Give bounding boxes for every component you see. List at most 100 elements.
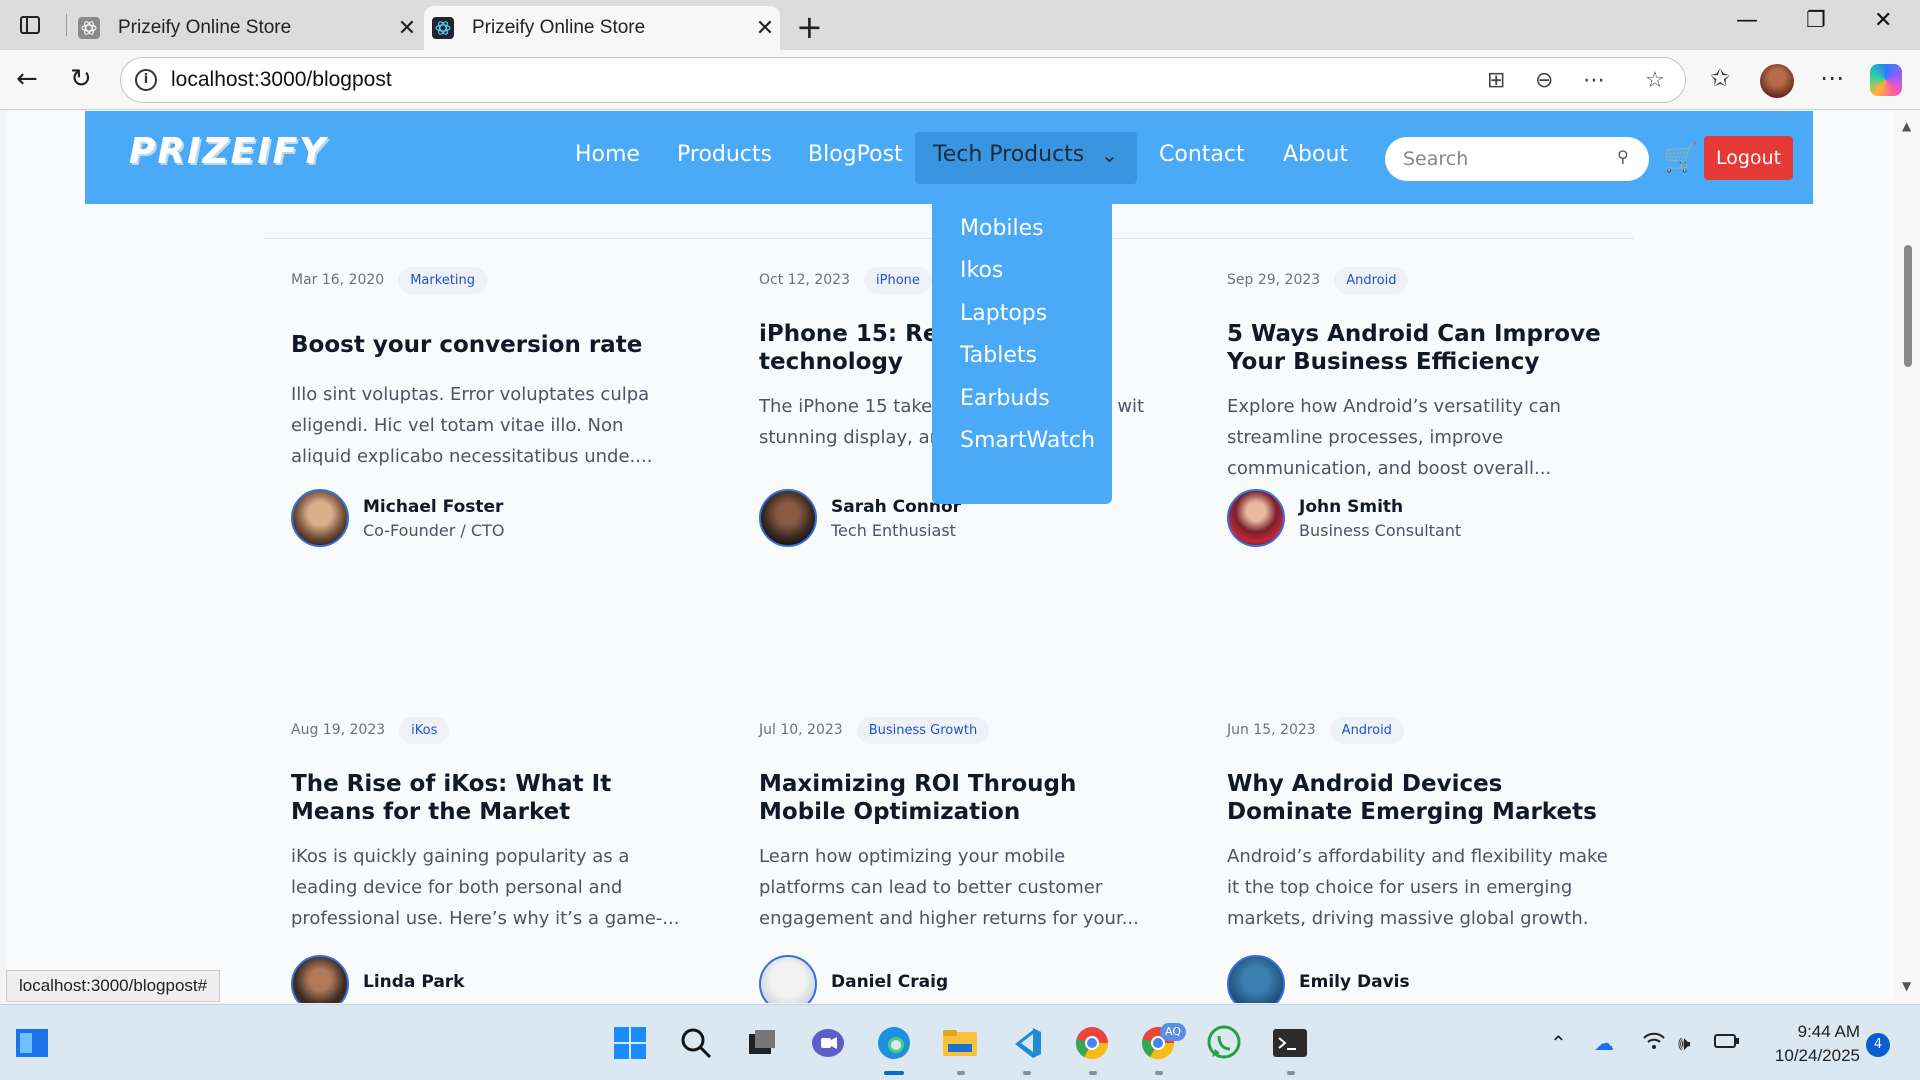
- post-excerpt: iKos is quickly gaining popularity as a …: [291, 846, 680, 929]
- post-date: Sep 29, 2023: [1227, 272, 1321, 288]
- zoom-icon[interactable]: ⊖: [1535, 68, 1553, 93]
- favorites-icon[interactable]: ✩: [1710, 64, 1730, 92]
- author-name: Michael Foster: [363, 496, 504, 517]
- post-tag[interactable]: Android: [1329, 716, 1404, 744]
- scroll-down-icon[interactable]: ▼: [1902, 979, 1911, 993]
- tab-separator: [66, 14, 67, 36]
- vscode-icon[interactable]: [1006, 1023, 1046, 1063]
- logout-button[interactable]: Logout: [1704, 136, 1793, 180]
- blog-card[interactable]: Jul 10, 2023 Business Growth Maximizing …: [759, 715, 1149, 1003]
- back-icon[interactable]: ←: [16, 64, 38, 94]
- post-tag[interactable]: iPhone: [864, 266, 932, 294]
- menu-item-earbuds[interactable]: Earbuds: [960, 386, 1050, 411]
- post-tag[interactable]: Android: [1334, 266, 1409, 294]
- browser-tab-2-active[interactable]: Prizeify Online Store ✕: [424, 6, 780, 50]
- system-clock[interactable]: 9:44 AM 10/24/2025: [1760, 1020, 1860, 1068]
- restore-icon[interactable]: ❐: [1806, 8, 1826, 33]
- widgets-icon[interactable]: [12, 1023, 52, 1063]
- blog-card[interactable]: Sep 29, 2023 Android 5 Ways Android Can …: [1227, 265, 1617, 565]
- blog-card[interactable]: Jun 15, 2023 Android Why Android Devices…: [1227, 715, 1617, 1003]
- refresh-icon[interactable]: ↻: [70, 64, 92, 94]
- volume-icon[interactable]: 🕪: [1678, 1031, 1691, 1055]
- chrome-icon[interactable]: [1072, 1023, 1112, 1063]
- terminal-icon[interactable]: [1270, 1023, 1310, 1063]
- app-available-icon[interactable]: ⊞: [1487, 68, 1505, 93]
- site-navbar: PRIZEIFY Home Products BlogPost Tech Pro…: [85, 111, 1813, 204]
- post-author: Linda Park: [291, 955, 465, 1003]
- menu-item-tablets[interactable]: Tablets: [960, 343, 1037, 368]
- menu-item-smartwatch[interactable]: SmartWatch: [960, 428, 1095, 453]
- teams-chat-icon[interactable]: [808, 1023, 848, 1063]
- browser-tab-1[interactable]: Prizeify Online Store ✕: [70, 6, 422, 50]
- url-text[interactable]: localhost:3000/blogpost: [171, 68, 392, 92]
- avatar: [759, 955, 817, 1003]
- settings-more-icon[interactable]: ⋯: [1820, 64, 1844, 92]
- page-scrollbar[interactable]: ▲ ▼: [1894, 111, 1920, 1003]
- menu-item-laptops[interactable]: Laptops: [960, 301, 1047, 326]
- post-title[interactable]: 5 Ways Android Can Improve Your Business…: [1227, 320, 1617, 376]
- post-author: Daniel Craig: [759, 955, 948, 1003]
- post-meta: Jun 15, 2023 Android: [1227, 715, 1404, 745]
- new-tab-icon[interactable]: +: [796, 8, 823, 46]
- url-field[interactable]: i localhost:3000/blogpost ⊞ ⊖ ⋯ ☆: [120, 57, 1686, 103]
- menu-item-ikos[interactable]: Ikos: [960, 258, 1003, 283]
- menu-item-mobiles[interactable]: Mobiles: [960, 216, 1044, 241]
- notification-badge[interactable]: 4: [1866, 1033, 1890, 1057]
- react-favicon-icon: [78, 17, 100, 39]
- scroll-up-icon[interactable]: ▲: [1902, 119, 1911, 133]
- copilot-icon[interactable]: [1870, 64, 1902, 96]
- battery-icon[interactable]: [1714, 1031, 1740, 1055]
- profile-avatar[interactable]: [1760, 64, 1794, 98]
- file-explorer-icon[interactable]: [940, 1023, 980, 1063]
- post-title[interactable]: Boost your conversion rate: [291, 331, 681, 359]
- clock-date: 10/24/2025: [1774, 1046, 1860, 1065]
- post-date: Mar 16, 2020: [291, 272, 385, 288]
- edge-icon[interactable]: [874, 1023, 914, 1063]
- nav-blogpost[interactable]: BlogPost: [808, 142, 903, 167]
- tech-products-menu: Mobiles Ikos Laptops Tablets Earbuds Sma…: [932, 204, 1112, 504]
- tab-actions-icon[interactable]: [10, 10, 50, 40]
- post-date: Oct 12, 2023: [759, 272, 850, 288]
- close-tab-icon[interactable]: ✕: [392, 16, 422, 41]
- post-title[interactable]: Why Android Devices Dominate Emerging Ma…: [1227, 770, 1617, 826]
- search-icon[interactable]: [676, 1023, 716, 1063]
- whatsapp-icon[interactable]: [1204, 1023, 1244, 1063]
- nav-home[interactable]: Home: [575, 142, 640, 167]
- avatar: [291, 489, 349, 547]
- tab-title: Prizeify Online Store: [118, 17, 292, 38]
- nav-tech-products-dropdown[interactable]: Tech Products ⌄: [915, 132, 1137, 184]
- blog-card[interactable]: Mar 16, 2020 Marketing Boost your conver…: [291, 265, 681, 565]
- search-input[interactable]: Search ⚲: [1385, 137, 1649, 181]
- site-logo[interactable]: PRIZEIFY: [129, 131, 327, 172]
- search-icon[interactable]: ⚲: [1617, 147, 1629, 166]
- post-title[interactable]: Maximizing ROI Through Mobile Optimizati…: [759, 770, 1149, 826]
- site-info-icon[interactable]: i: [135, 69, 157, 91]
- blog-card[interactable]: Aug 19, 2023 iKos The Rise of iKos: What…: [291, 715, 681, 1003]
- post-meta: Aug 19, 2023 iKos: [291, 715, 450, 745]
- avatar: [1227, 955, 1285, 1003]
- task-view-icon[interactable]: [742, 1023, 782, 1063]
- nav-contact[interactable]: Contact: [1159, 142, 1245, 167]
- minimize-icon[interactable]: —: [1736, 8, 1758, 33]
- cart-icon[interactable]: 🛒: [1663, 141, 1698, 174]
- post-tag[interactable]: iKos: [399, 716, 450, 744]
- read-aloud-icon[interactable]: ⋯: [1583, 68, 1605, 93]
- author-role: Co-Founder / CTO: [363, 520, 505, 540]
- post-tag[interactable]: Business Growth: [856, 716, 990, 744]
- scroll-thumb[interactable]: [1904, 245, 1912, 367]
- post-excerpt: Explore how Android’s versatility can st…: [1227, 396, 1561, 479]
- favorite-star-icon[interactable]: ☆: [1645, 68, 1665, 93]
- nav-about[interactable]: About: [1283, 142, 1348, 167]
- clock-time: 9:44 AM: [1797, 1022, 1860, 1041]
- onedrive-icon[interactable]: ☁: [1594, 1031, 1614, 1055]
- post-tag[interactable]: Marketing: [398, 266, 488, 294]
- address-bar: ← ↻ i localhost:3000/blogpost ⊞ ⊖ ⋯ ☆ ✩ …: [0, 50, 1920, 110]
- post-title[interactable]: The Rise of iKos: What It Means for the …: [291, 770, 681, 826]
- close-window-icon[interactable]: ✕: [1874, 8, 1892, 33]
- show-hidden-icons-icon[interactable]: ⌃: [1550, 1031, 1567, 1055]
- nav-products[interactable]: Products: [677, 142, 772, 167]
- close-tab-icon[interactable]: ✕: [750, 16, 780, 41]
- post-meta: Oct 12, 2023 iPhone: [759, 265, 932, 295]
- wifi-icon[interactable]: [1642, 1031, 1666, 1056]
- start-icon[interactable]: [610, 1023, 650, 1063]
